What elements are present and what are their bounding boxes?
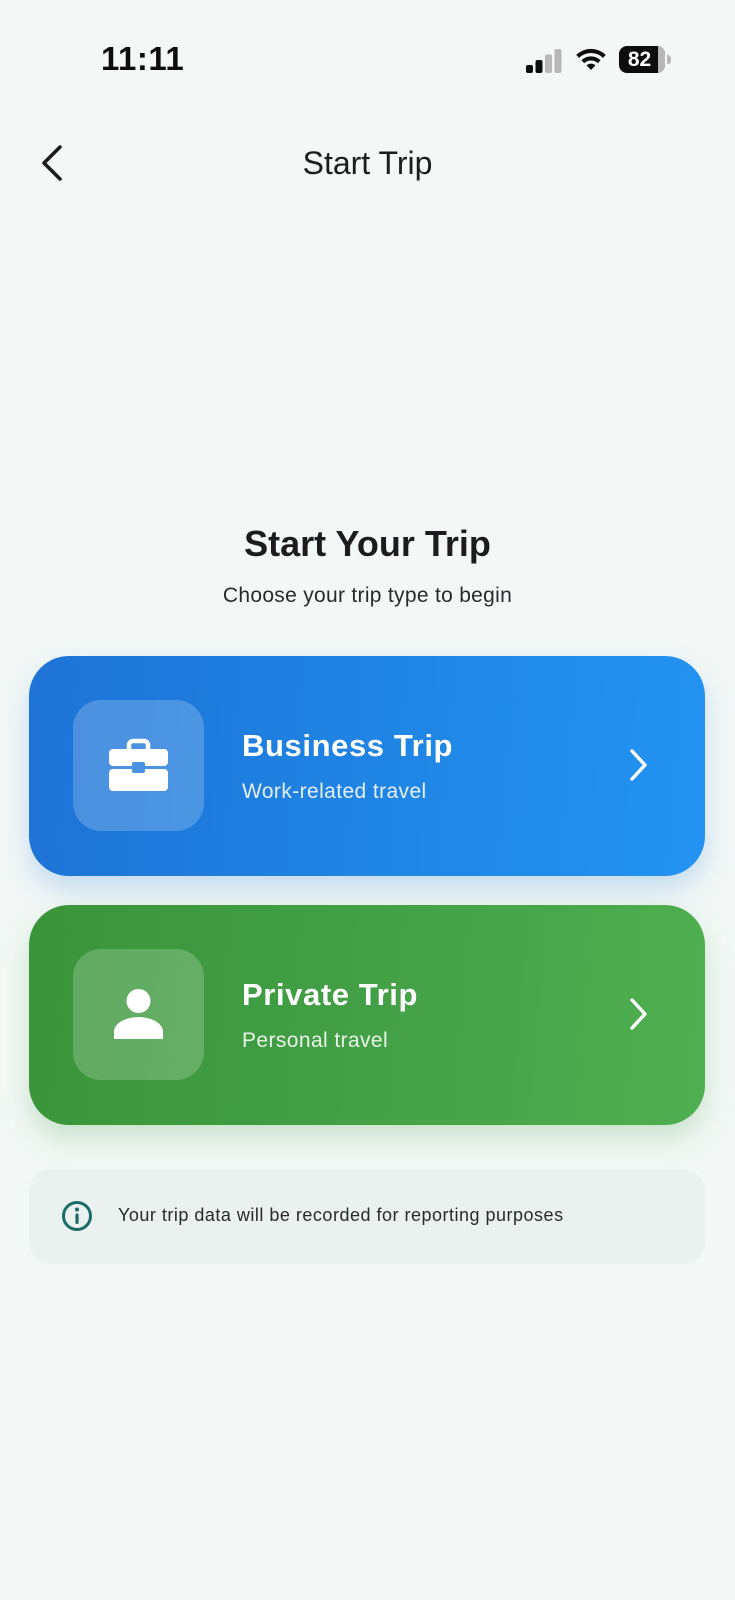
business-trip-title: Business Trip	[242, 728, 454, 763]
private-trip-card[interactable]: Private Trip Personal travel	[29, 905, 705, 1125]
battery-level: 82	[627, 48, 652, 71]
briefcase-icon	[109, 738, 168, 791]
card-icon-container	[73, 700, 204, 831]
navigation-bar: Start Trip	[0, 130, 735, 200]
info-icon	[62, 1201, 92, 1231]
card-icon-container	[73, 949, 204, 1080]
battery-icon: 82	[619, 46, 665, 73]
status-bar: 11:11 82	[0, 0, 735, 120]
hero-title: Start Your Trip	[244, 523, 491, 564]
business-trip-card[interactable]: Business Trip Work-related travel	[29, 656, 705, 876]
chevron-right-icon	[630, 998, 647, 1030]
hero-subtitle: Choose your trip type to begin	[222, 584, 513, 607]
chevron-right-icon	[630, 749, 647, 781]
battery-indicator: 82	[619, 46, 671, 73]
private-trip-subtitle: Personal travel	[242, 1029, 389, 1052]
person-icon	[114, 989, 163, 1039]
wifi-icon	[576, 48, 606, 70]
info-note: Your trip data will be recorded for repo…	[29, 1169, 705, 1264]
business-trip-subtitle: Work-related travel	[242, 780, 427, 803]
info-text: Your trip data will be recorded for repo…	[118, 1205, 564, 1225]
cellular-signal-icon	[526, 49, 562, 73]
status-time: 11:11	[101, 40, 185, 77]
page-title: Start Trip	[302, 145, 433, 181]
private-trip-title: Private Trip	[242, 977, 419, 1012]
